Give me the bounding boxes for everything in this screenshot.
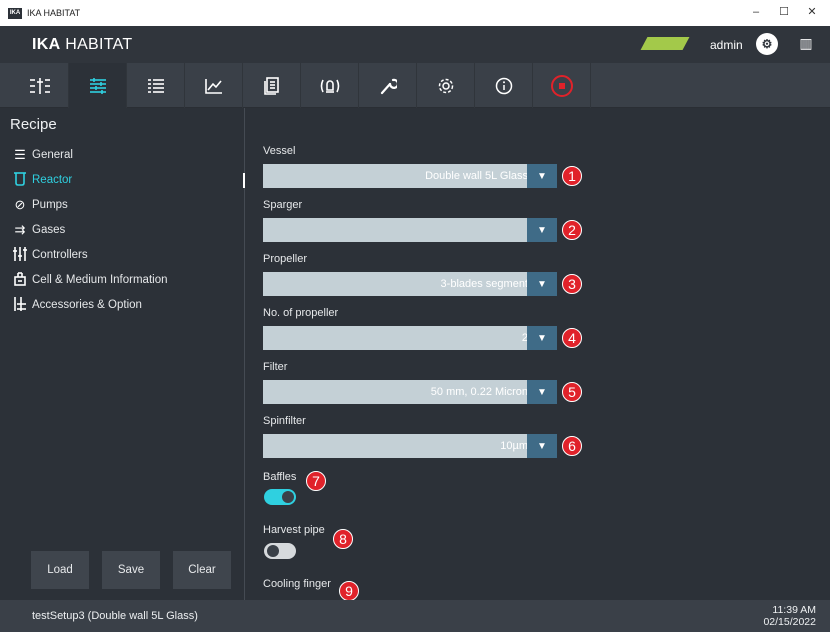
sidebar-item-label: Reactor	[32, 173, 73, 186]
document-icon[interactable]	[243, 63, 301, 108]
marker-badge: 5	[562, 382, 582, 402]
accessories-icon	[12, 297, 28, 313]
gas-icon: ⇉	[14, 222, 26, 237]
num-propeller-select[interactable]: 2	[263, 326, 540, 350]
brand-logo: IKA HABITAT	[32, 36, 133, 54]
sidebar-item-cell-medium[interactable]: Cell & Medium Information	[0, 267, 245, 292]
stop-square	[558, 82, 565, 89]
toggle-knob	[267, 545, 279, 557]
info-icon[interactable]	[475, 63, 533, 108]
harvest-pipe-toggle[interactable]	[264, 543, 296, 559]
window-controls: – ☐ ✕	[742, 0, 826, 26]
chart-icon[interactable]	[185, 63, 243, 108]
gear-icon[interactable]	[417, 63, 475, 108]
clock-date: 02/15/2022	[763, 616, 816, 628]
filter-select[interactable]: 50 mm, 0.22 Micron	[263, 380, 540, 404]
marker-badge: 3	[562, 274, 582, 294]
pump-icon: ⊘	[14, 197, 26, 212]
sidebar-title: Recipe	[10, 116, 57, 133]
sliders-icon: ☰	[14, 147, 26, 162]
sidebar-item-general[interactable]: ☰ General	[0, 142, 245, 167]
controllers-icon	[12, 247, 28, 263]
spinfilter-select[interactable]: 10µm	[263, 434, 540, 458]
app-header: IKA HABITAT admin ⚙ ▥	[0, 26, 830, 63]
reactor-form: Vessel Double wall 5L Glass ▼ 1 Sparger …	[246, 108, 830, 601]
harvest-pipe-label: Harvest pipe	[263, 524, 325, 536]
marker-badge: 1	[562, 166, 582, 186]
num-propeller-label: No. of propeller	[263, 307, 339, 319]
sparger-select[interactable]	[263, 218, 540, 242]
chevron-down-icon[interactable]: ▼	[527, 164, 557, 188]
chevron-down-icon[interactable]: ▼	[527, 380, 557, 404]
sidebar-item-label: Pumps	[32, 198, 68, 211]
minimize-button[interactable]: –	[742, 0, 770, 26]
sidebar-item-controllers[interactable]: Controllers	[0, 242, 245, 267]
vessel-select[interactable]: Double wall 5L Glass	[263, 164, 540, 188]
sidebar-item-gases[interactable]: ⇉ Gases	[0, 217, 245, 242]
recipe-nav: ☰ General Reactor ⊘ Pumps ⇉ Gases Contro…	[0, 142, 245, 317]
maximize-button[interactable]: ☐	[770, 0, 798, 26]
sidebar-item-label: Gases	[32, 223, 66, 236]
clear-button[interactable]: Clear	[173, 551, 231, 589]
wrench-icon[interactable]	[359, 63, 417, 108]
username-label: admin	[710, 38, 743, 52]
propeller-select[interactable]: 3-blades segment	[263, 272, 540, 296]
sparger-label: Sparger	[263, 199, 303, 211]
sidebar-item-pumps[interactable]: ⊘ Pumps	[0, 192, 245, 217]
stop-ring	[550, 74, 573, 97]
sidebar-item-reactor[interactable]: Reactor	[0, 167, 245, 192]
sidebar-item-label: Accessories & Option	[32, 298, 142, 311]
alarm-icon[interactable]	[301, 63, 359, 108]
sidebar-item-label: Controllers	[32, 248, 88, 261]
chevron-down-icon[interactable]: ▼	[527, 272, 557, 296]
user-gear-icon[interactable]: ⚙	[756, 33, 778, 55]
chevron-down-icon[interactable]: ▼	[527, 434, 557, 458]
clock: 11:39 AM 02/15/2022	[763, 604, 816, 628]
book-icon[interactable]: ▥	[797, 35, 815, 53]
baffles-label: Baffles	[263, 471, 297, 483]
status-indicator	[640, 37, 690, 50]
marker-badge: 2	[562, 220, 582, 240]
vessel-label: Vessel	[263, 145, 296, 157]
marker-badge: 8	[333, 529, 353, 549]
sidebar-item-accessories[interactable]: Accessories & Option	[0, 292, 245, 317]
chevron-down-icon[interactable]: ▼	[527, 326, 557, 350]
chevron-down-icon[interactable]: ▼	[527, 218, 557, 242]
recipe-settings-icon[interactable]	[69, 63, 127, 108]
load-button[interactable]: Load	[31, 551, 89, 589]
clock-time: 11:39 AM	[772, 604, 816, 616]
marker-badge: 9	[339, 581, 359, 601]
flask-icon	[12, 272, 28, 288]
status-bar: testSetup3 (Double wall 5L Glass) 11:39 …	[0, 600, 830, 632]
window-titlebar: IKA IKA HABITAT – ☐ ✕	[0, 0, 830, 26]
propeller-label: Propeller	[263, 253, 308, 265]
marker-badge: 4	[562, 328, 582, 348]
marker-badge: 7	[306, 471, 326, 491]
main-toolbar	[0, 63, 830, 108]
list-icon[interactable]	[127, 63, 185, 108]
toggle-knob	[282, 491, 294, 503]
filter-label: Filter	[263, 361, 288, 373]
window-title: IKA HABITAT	[27, 8, 81, 18]
save-button[interactable]: Save	[102, 551, 160, 589]
brand-rest: HABITAT	[60, 35, 133, 53]
reactor-icon	[12, 172, 28, 188]
active-recipe-text: testSetup3 (Double wall 5L Glass)	[32, 610, 198, 622]
marker-badge: 6	[562, 436, 582, 456]
sidebar-item-label: General	[32, 148, 73, 161]
sidebar-item-label: Cell & Medium Information	[32, 273, 168, 286]
recipe-sidebar: Recipe ☰ General Reactor ⊘ Pumps ⇉ Gases…	[0, 108, 245, 600]
overview-icon[interactable]	[11, 63, 69, 108]
baffles-toggle[interactable]	[264, 489, 296, 505]
app-icon: IKA	[8, 7, 22, 19]
close-button[interactable]: ✕	[798, 0, 826, 26]
spinfilter-label: Spinfilter	[263, 415, 306, 427]
cooling-finger-label: Cooling finger	[263, 578, 331, 590]
stop-icon[interactable]	[533, 63, 591, 108]
brand-bold: IKA	[32, 35, 61, 53]
